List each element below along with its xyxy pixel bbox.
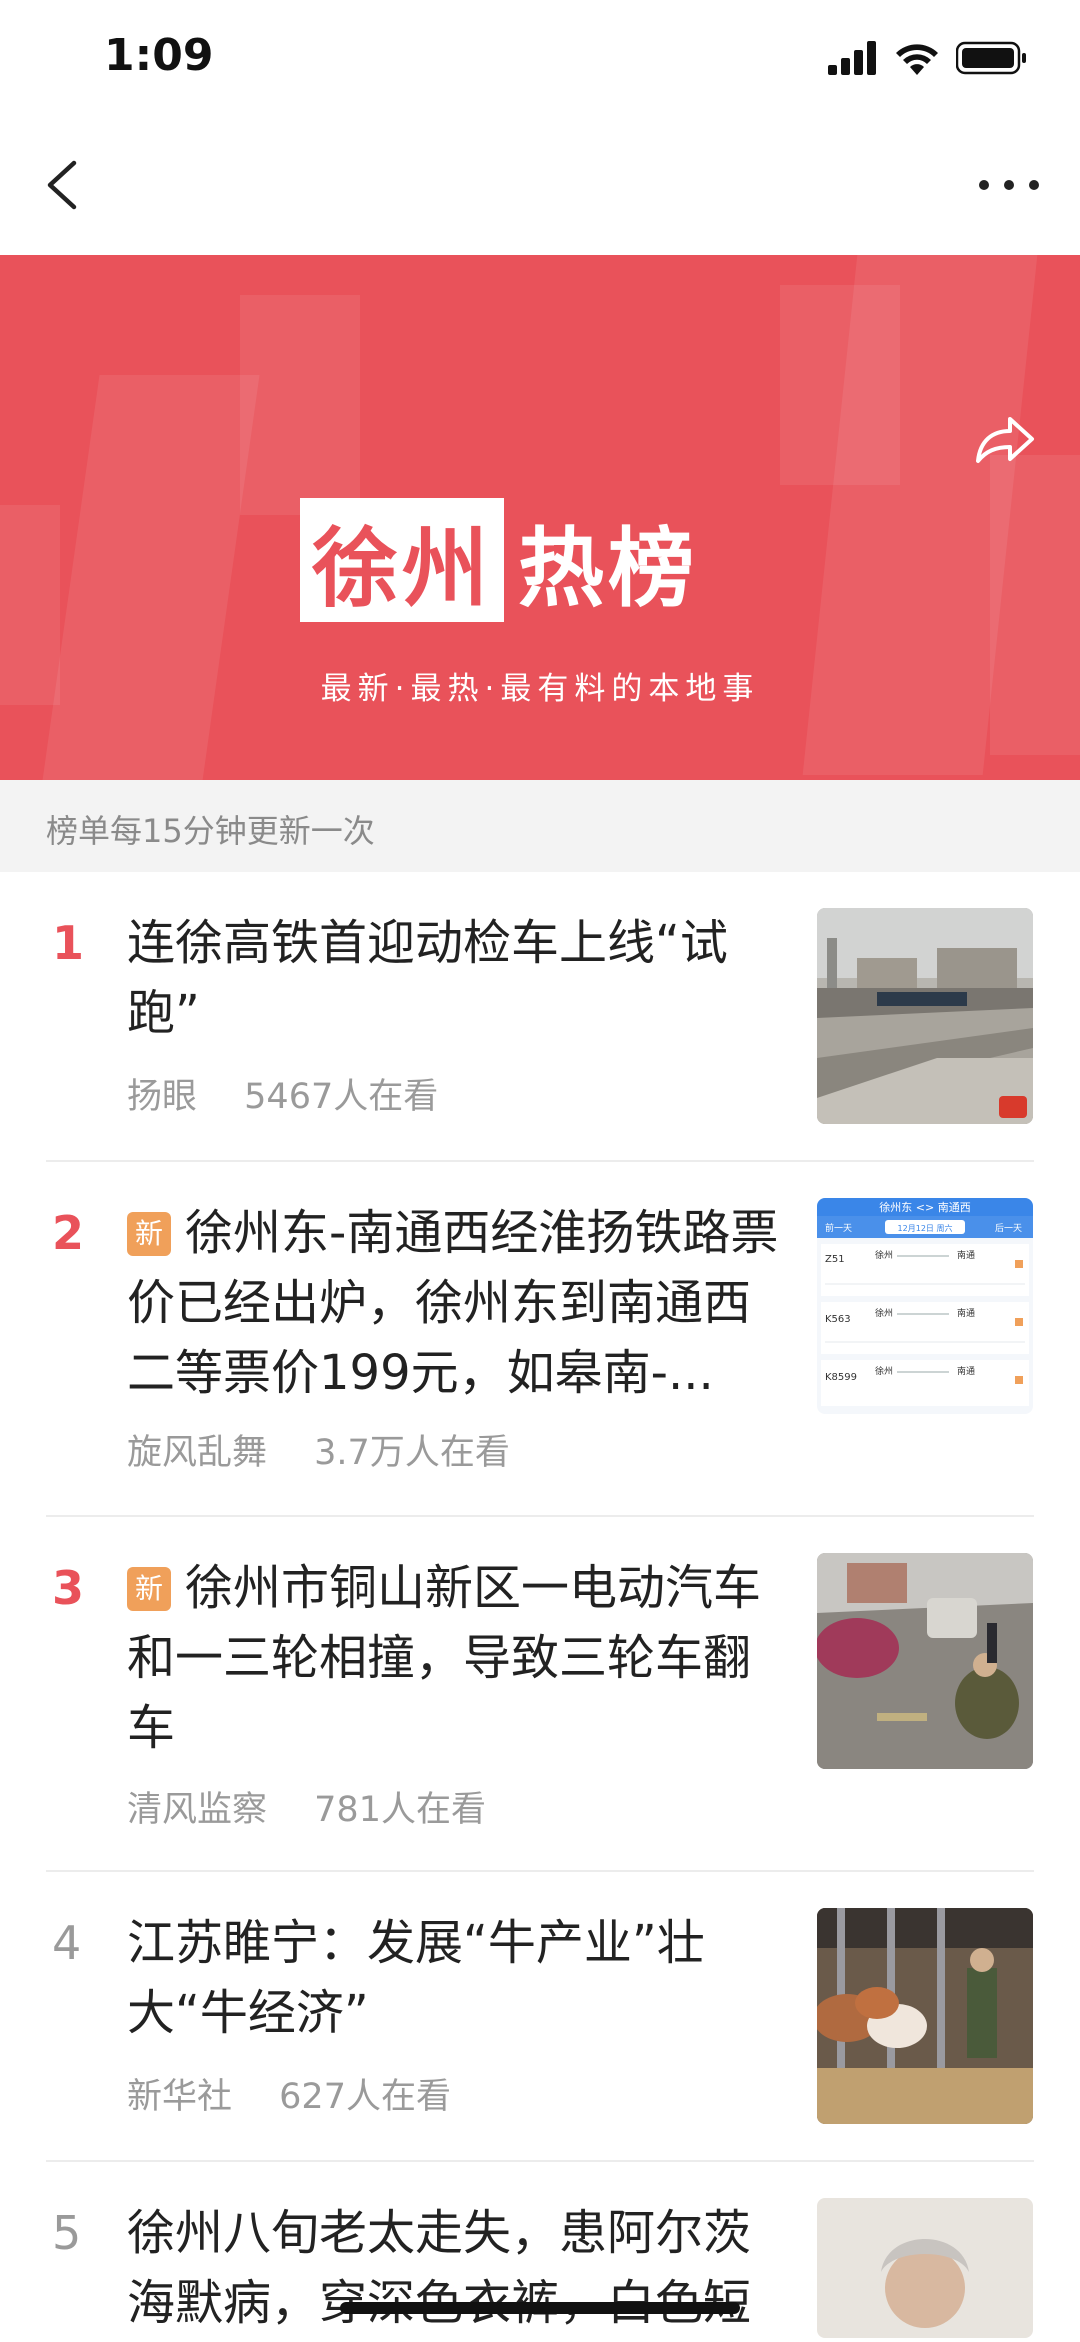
- thumb-prev-text: 前一天: [825, 1222, 852, 1234]
- news-item-2[interactable]: 2 新徐州东-南通西经淮扬铁路票价已经出炉，徐州东到南通西二等票价199元，如皋…: [0, 1162, 1080, 1517]
- news-meta: 扬眼 5467人在看: [127, 1068, 438, 1119]
- news-viewers: 627人在看: [279, 2077, 451, 2117]
- news-item-3[interactable]: 3 新徐州市铜山新区一电动汽车和一三轮相撞，导致三轮车翻车 清风监察 781人在…: [0, 1517, 1080, 1872]
- thumb-header-text: 徐州东 <> 南通西: [879, 1200, 970, 1214]
- news-source: 清风监察: [127, 1790, 268, 1830]
- rank-number: 1: [52, 916, 85, 970]
- news-title[interactable]: 徐州八旬老太走失，患阿尔茨海默病，穿深色衣裤，白色短: [127, 2198, 782, 2338]
- news-source: 扬眼: [127, 1077, 198, 1117]
- status-bar: 1:09: [0, 0, 1080, 115]
- chevron-left-icon[interactable]: [36, 155, 96, 215]
- banner-title: 徐州 热榜: [300, 495, 780, 625]
- thumb-to-2: 南通: [957, 1307, 975, 1319]
- news-viewers: 3.7万人在看: [314, 1433, 510, 1473]
- battery-icon: [956, 41, 1026, 75]
- more-dots-icon[interactable]: [974, 155, 1044, 215]
- news-thumbnail[interactable]: [817, 1908, 1033, 2124]
- rank-number: 4: [52, 1916, 82, 1970]
- thumb-from-3: 徐州: [875, 1365, 893, 1377]
- update-info-text: 榜单每15分钟更新一次: [46, 812, 375, 850]
- new-badge: 新: [127, 1212, 171, 1256]
- thumb-from-2: 徐州: [875, 1307, 893, 1319]
- thumb-train-1: Z51: [825, 1254, 845, 1265]
- news-title[interactable]: 新徐州市铜山新区一电动汽车和一三轮相撞，导致三轮车翻车: [127, 1553, 782, 1763]
- news-source: 新华社: [127, 2077, 233, 2117]
- news-meta: 旋风乱舞 3.7万人在看: [127, 1424, 510, 1475]
- news-thumbnail[interactable]: 徐州东 <> 南通西 前一天 12月12日 周六 后一天 Z51 K563 K8…: [817, 1198, 1033, 1414]
- news-thumbnail[interactable]: [817, 1553, 1033, 1769]
- share-icon[interactable]: [970, 405, 1040, 475]
- rank-number: 5: [52, 2206, 82, 2260]
- news-viewers: 781人在看: [314, 1790, 486, 1830]
- news-title-text: 徐州市铜山新区一电动汽车和一三轮相撞，导致三轮车翻车: [127, 1560, 762, 1756]
- banner-subtitle: 最新·最热·最有料的本地事: [320, 671, 760, 707]
- nav-bar: [0, 115, 1080, 255]
- news-item-1[interactable]: 1 连徐高铁首迎动检车上线“试跑” 扬眼 5467人在看: [0, 872, 1080, 1162]
- banner-title-plain: 热榜: [518, 518, 698, 619]
- thumb-date-text: 12月12日 周六: [898, 1223, 953, 1233]
- news-meta: 新华社 627人在看: [127, 2068, 451, 2119]
- news-viewers: 5467人在看: [244, 1077, 439, 1117]
- new-badge: 新: [127, 1567, 171, 1611]
- news-title[interactable]: 连徐高铁首迎动检车上线“试跑”: [127, 908, 782, 1048]
- banner-title-boxed: 徐州: [300, 498, 504, 622]
- news-title-text: 连徐高铁首迎动检车上线“试跑”: [127, 915, 728, 1041]
- signal-icon: [828, 41, 876, 75]
- news-item-5[interactable]: 5 徐州八旬老太走失，患阿尔茨海默病，穿深色衣裤，白色短: [0, 2162, 1080, 2342]
- news-thumbnail[interactable]: [817, 2198, 1033, 2338]
- thumb-to-3: 南通: [957, 1365, 975, 1377]
- news-meta: 清风监察 781人在看: [127, 1781, 486, 1832]
- thumb-next-text: 后一天: [995, 1223, 1022, 1234]
- update-info-strip: 榜单每15分钟更新一次: [0, 780, 1080, 872]
- news-title[interactable]: 江苏睢宁：发展“牛产业”壮大“牛经济”: [127, 1908, 782, 2048]
- news-title-text: 江苏睢宁：发展“牛产业”壮大“牛经济”: [127, 1915, 705, 2041]
- status-icons: [828, 38, 1028, 78]
- thumb-train-2: K563: [825, 1314, 851, 1325]
- rank-number: 2: [52, 1206, 85, 1260]
- news-source: 旋风乱舞: [127, 1433, 268, 1473]
- news-title[interactable]: 新徐州东-南通西经淮扬铁路票价已经出炉，徐州东到南通西二等票价199元，如皋南-…: [127, 1198, 782, 1408]
- thumb-train-3: K8599: [825, 1372, 857, 1383]
- news-thumbnail[interactable]: [817, 908, 1033, 1124]
- home-indicator[interactable]: [340, 2302, 740, 2314]
- wifi-icon: [896, 44, 938, 75]
- thumb-from-1: 徐州: [875, 1249, 893, 1261]
- hot-list-banner: 徐州 热榜 最新·最热·最有料的本地事: [0, 255, 1080, 780]
- thumb-to-1: 南通: [957, 1249, 975, 1261]
- news-title-text: 徐州东-南通西经淮扬铁路票价已经出炉，徐州东到南通西二等票价199元，如皋南-.…: [127, 1205, 779, 1401]
- news-item-4[interactable]: 4 江苏睢宁：发展“牛产业”壮大“牛经济” 新华社 627人在看: [0, 1872, 1080, 2162]
- rank-number: 3: [52, 1561, 85, 1615]
- status-time: 1:09: [104, 30, 214, 81]
